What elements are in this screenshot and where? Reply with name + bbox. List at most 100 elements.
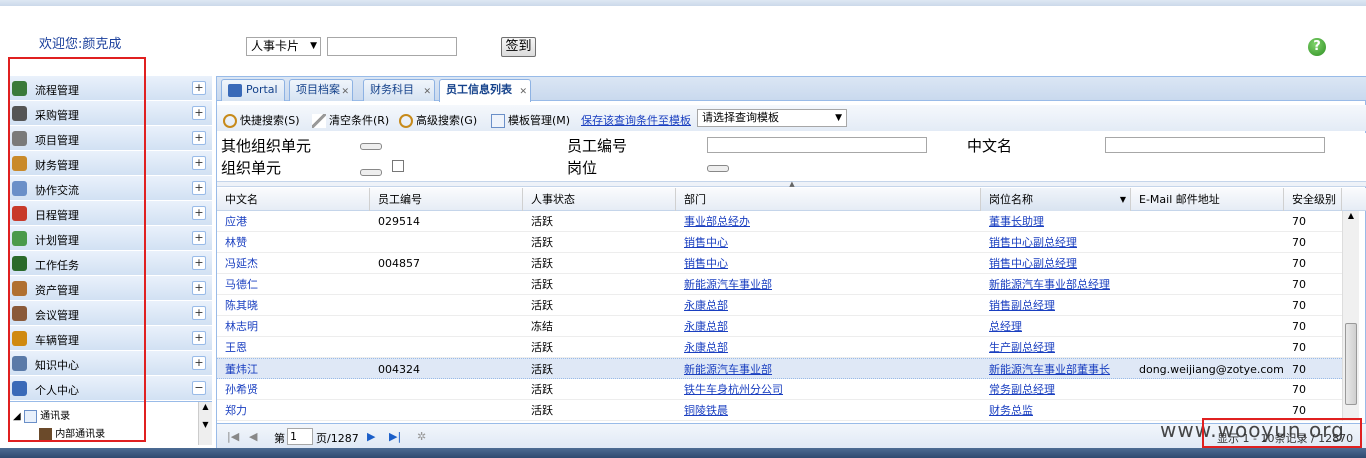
expand-icon[interactable]: + [192,206,206,220]
save-template-link[interactable]: 保存该查询条件至模板 [581,112,691,128]
col-header-email[interactable]: E-Mail 邮件地址 [1131,188,1284,211]
cell-post[interactable]: 董事长助理 [981,211,1131,232]
table-row[interactable]: 林志明 冻结 永康总部 总经理 70 [217,316,1342,337]
chevron-down-icon[interactable]: ▼ [1120,188,1126,211]
card-search-input[interactable] [327,37,457,56]
close-icon[interactable]: ✕ [423,82,431,102]
cell-post[interactable]: 生产副总经理 [981,337,1131,358]
scroll-thumb[interactable] [1345,323,1357,405]
scroll-up-icon[interactable]: ▲ [1343,211,1359,220]
template-select[interactable]: 请选择查询模板 ▼ [697,109,847,127]
col-header-dept[interactable]: 部门 [676,188,981,211]
org-unit-checkbox[interactable] [392,160,404,172]
cell-dept[interactable]: 永康总部 [676,316,981,337]
sidebar-item[interactable]: 车辆管理 + [9,326,212,351]
quick-search-button[interactable]: 快捷搜索(S) [223,112,300,128]
expand-icon[interactable]: + [192,81,206,95]
emp-no-input[interactable] [707,137,927,153]
expand-icon[interactable]: + [192,131,206,145]
table-row[interactable]: 马德仁 活跃 新能源汽车事业部 新能源汽车事业部总经理 70 [217,274,1342,295]
cell-post[interactable]: 新能源汽车事业部总经理 [981,274,1131,295]
grid-scrollbar[interactable]: ▲ [1342,211,1359,421]
cell-dept[interactable]: 销售中心 [676,232,981,253]
expand-icon[interactable]: + [192,156,206,170]
cell-post[interactable]: 销售副总经理 [981,295,1131,316]
close-icon[interactable]: ✕ [341,82,349,102]
sign-in-button[interactable]: 签到 [501,37,536,57]
cell-post[interactable]: 销售中心副总经理 [981,232,1131,253]
next-page-icon[interactable]: ▶ [367,430,375,443]
last-page-icon[interactable]: ▶| [389,430,401,443]
card-select[interactable]: 人事卡片 ▼ [246,37,321,56]
sidebar-item[interactable]: 个人中心 − [9,376,212,401]
table-row[interactable]: 冯延杰 004857 活跃 销售中心 销售中心副总经理 70 [217,253,1342,274]
other-org-picker-button[interactable] [360,143,382,150]
expand-icon[interactable]: + [192,281,206,295]
sidebar-item[interactable]: 财务管理 + [9,151,212,176]
expand-icon[interactable]: + [192,306,206,320]
sidebar-item[interactable]: 协作交流 + [9,176,212,201]
sidebar-item[interactable]: 工作任务 + [9,251,212,276]
prev-page-icon[interactable]: ◀ [249,430,257,443]
page-number-input[interactable]: 1 [287,428,313,445]
sidebar-item[interactable]: 日程管理 + [9,201,212,226]
tree-node-root[interactable]: ◢ 通讯录 [13,407,70,423]
tree-scrollbar[interactable]: ▲ ▼ [198,402,212,445]
collapse-splitter[interactable]: ▲ [217,181,1366,188]
cn-name-input[interactable] [1105,137,1325,153]
org-unit-picker-button[interactable] [360,169,382,176]
col-header-name[interactable]: 中文名 [217,188,370,211]
cell-post[interactable]: 总经理 [981,316,1131,337]
cell-dept[interactable]: 销售中心 [676,253,981,274]
template-manage-button[interactable]: 模板管理(M) [491,112,570,128]
sidebar-item[interactable]: 计划管理 + [9,226,212,251]
col-header-post[interactable]: 岗位名称 ▼ [981,188,1131,211]
sidebar-item[interactable]: 采购管理 + [9,101,212,126]
expand-icon[interactable]: + [192,106,206,120]
expand-icon[interactable]: + [192,331,206,345]
table-row[interactable]: 孙希贤 活跃 铁牛车身杭州分公司 常务副总经理 70 [217,379,1342,400]
sidebar-item[interactable]: 会议管理 + [9,301,212,326]
table-row[interactable]: 应港 029514 活跃 事业部总经办 董事长助理 70 [217,211,1342,232]
tab-finance-subject[interactable]: 财务科目 ✕ [363,79,435,101]
col-header-level[interactable]: 安全级别 [1284,188,1342,211]
expand-icon[interactable]: + [192,231,206,245]
table-row[interactable]: 林赞 活跃 销售中心 销售中心副总经理 70 [217,232,1342,253]
refresh-icon[interactable]: ✲ [417,430,426,443]
help-icon[interactable]: ? [1308,38,1326,56]
cell-dept[interactable]: 永康总部 [676,295,981,316]
expand-icon[interactable]: + [192,181,206,195]
cell-dept[interactable]: 铜陵铁晨 [676,400,981,421]
clear-button[interactable]: 清空条件(R) [312,112,389,128]
sidebar-item[interactable]: 知识中心 + [9,351,212,376]
tab-employee-list[interactable]: 员工信息列表 ✕ [439,79,531,102]
table-row[interactable]: 陈其晓 活跃 永康总部 销售副总经理 70 [217,295,1342,316]
collapse-icon[interactable]: − [192,381,206,395]
cell-post[interactable]: 新能源汽车事业部董事长 [981,359,1131,380]
expand-icon[interactable]: ◢ [13,411,21,422]
col-header-emp-no[interactable]: 员工编号 [370,188,523,211]
tree-node-child[interactable]: 内部通讯录 [39,425,105,441]
sidebar-item[interactable]: 项目管理 + [9,126,212,151]
table-row[interactable]: 董炜江 004324 活跃 新能源汽车事业部 新能源汽车事业部董事长 dong.weiji… [217,358,1342,379]
table-row[interactable]: 王恩 活跃 永康总部 生产副总经理 70 [217,337,1342,358]
expand-icon[interactable]: + [192,256,206,270]
advanced-search-button[interactable]: 高级搜索(G) [399,112,477,128]
cell-dept[interactable]: 事业部总经办 [676,211,981,232]
position-picker-button[interactable] [707,165,729,172]
sidebar-item[interactable]: 资产管理 + [9,276,212,301]
sidebar-item[interactable]: 流程管理 + [9,76,212,101]
col-header-status[interactable]: 人事状态 [523,188,676,211]
tab-portal[interactable]: Portal [221,79,285,101]
cell-dept[interactable]: 新能源汽车事业部 [676,359,981,380]
expand-icon[interactable]: + [192,356,206,370]
tab-project-archive[interactable]: 项目档案 ✕ [289,79,353,101]
first-page-icon[interactable]: |◀ [227,430,239,443]
cell-dept[interactable]: 铁牛车身杭州分公司 [676,379,981,400]
close-icon[interactable]: ✕ [519,82,527,102]
cell-post[interactable]: 常务副总经理 [981,379,1131,400]
cell-post[interactable]: 销售中心副总经理 [981,253,1131,274]
cell-dept[interactable]: 永康总部 [676,337,981,358]
cell-post[interactable]: 财务总监 [981,400,1131,421]
cell-dept[interactable]: 新能源汽车事业部 [676,274,981,295]
